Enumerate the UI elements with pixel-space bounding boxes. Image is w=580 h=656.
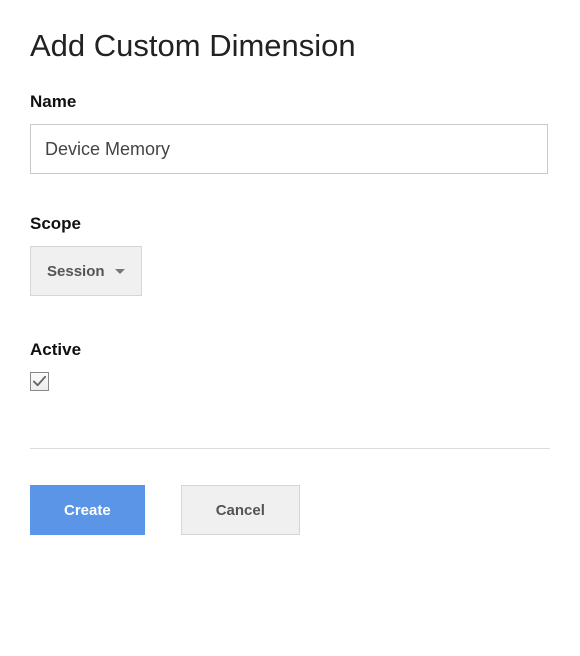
active-label: Active <box>30 340 550 360</box>
divider <box>30 448 550 449</box>
checkmark-icon <box>32 374 47 389</box>
name-field-group: Name <box>30 92 550 174</box>
name-input[interactable] <box>30 124 548 174</box>
name-label: Name <box>30 92 550 112</box>
page-title: Add Custom Dimension <box>30 28 550 64</box>
scope-selected-value: Session <box>47 263 105 280</box>
cancel-button[interactable]: Cancel <box>181 485 300 535</box>
chevron-down-icon <box>115 269 125 274</box>
active-field-group: Active <box>30 340 550 394</box>
scope-dropdown[interactable]: Session <box>30 246 142 296</box>
scope-field-group: Scope Session <box>30 214 550 296</box>
active-checkbox[interactable] <box>30 372 49 391</box>
scope-label: Scope <box>30 214 550 234</box>
button-row: Create Cancel <box>30 485 550 535</box>
create-button[interactable]: Create <box>30 485 145 535</box>
